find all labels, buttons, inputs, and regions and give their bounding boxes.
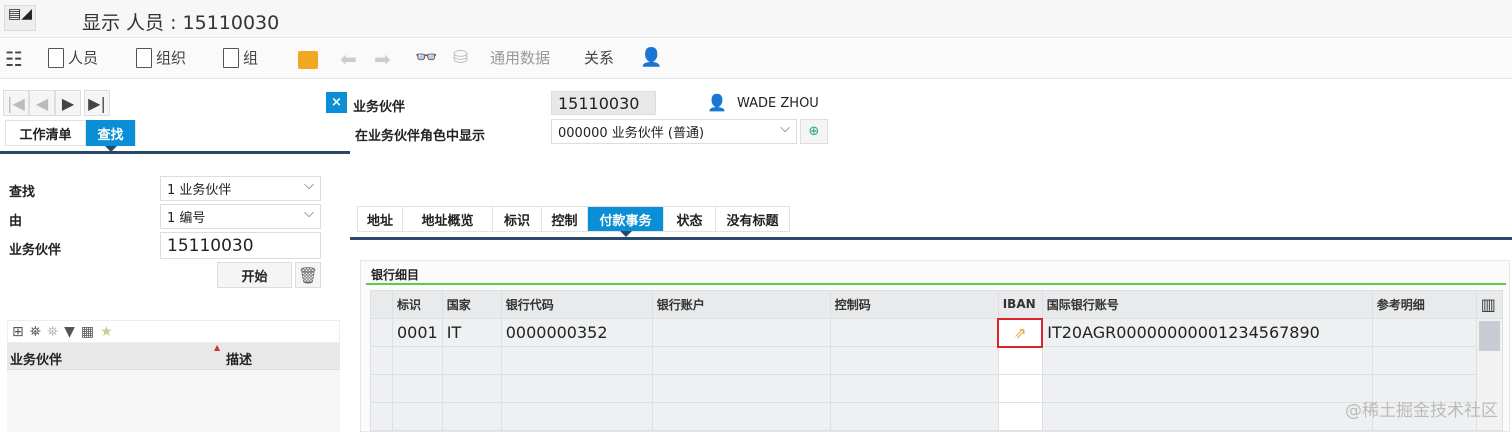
toolbar: ☷ 人员 组织 组 ⬅ ➡ 👓 ⛁ 通用数据 关系 👤 bbox=[0, 39, 1512, 79]
general-data-button[interactable]: 通用数据 bbox=[490, 47, 550, 68]
document-icon bbox=[136, 47, 152, 68]
group-title: 银行细目 bbox=[371, 268, 420, 282]
tab-5[interactable]: 状态 bbox=[664, 206, 716, 232]
layout-icon[interactable]: ▦ bbox=[81, 324, 94, 340]
cell-ref[interactable] bbox=[1371, 318, 1477, 347]
role-search-icon[interactable]: ⊕ bbox=[800, 119, 828, 144]
tab-0[interactable]: 地址 bbox=[357, 206, 403, 232]
label: 组织 bbox=[156, 49, 187, 67]
new-group-button[interactable]: 组 bbox=[223, 47, 258, 68]
tab-6[interactable]: 没有标题 bbox=[716, 206, 790, 232]
col-country[interactable]: 国家 bbox=[441, 290, 502, 319]
close-icon[interactable]: × bbox=[326, 92, 347, 113]
user-name: WADE ZHOU bbox=[737, 96, 819, 111]
by-label: 由 bbox=[9, 214, 23, 229]
favorite-icon[interactable]: ★ bbox=[100, 324, 113, 340]
col-desc[interactable]: 描述 bbox=[226, 349, 252, 368]
trash-icon[interactable]: 🗑 bbox=[295, 262, 321, 288]
last-icon[interactable]: ▶| bbox=[84, 90, 110, 116]
bank-table: 标识 国家 银行代码 银行账户 控制码 IBAN 国际银行账号 参考明细 ▥ 0… bbox=[370, 290, 1503, 431]
tab-1[interactable]: 地址概览 bbox=[403, 206, 493, 232]
watermark: @稀土掘金技术社区 bbox=[1345, 401, 1498, 421]
menu-icon[interactable]: ▤◢ bbox=[4, 5, 36, 31]
row-selector-header bbox=[370, 290, 393, 319]
row-selector[interactable] bbox=[370, 318, 393, 347]
col-bank-code[interactable]: 银行代码 bbox=[500, 290, 653, 319]
value: 000000 业务伙伴 (普通) bbox=[558, 126, 705, 141]
list-body bbox=[7, 370, 340, 432]
iban-button[interactable]: ⇗ bbox=[997, 317, 1044, 348]
value: 1 业务伙伴 bbox=[167, 183, 232, 198]
window-title: 显示 人员 : 15110030 bbox=[82, 12, 280, 34]
new-org-button[interactable]: 组织 bbox=[136, 47, 186, 68]
group-line bbox=[366, 283, 1506, 285]
layout-icon[interactable]: ☷ bbox=[5, 47, 23, 71]
col-iban[interactable]: 国际银行账号 bbox=[1041, 290, 1373, 319]
column-settings-icon[interactable]: ▥ bbox=[1475, 290, 1503, 319]
person-icon: 👤 bbox=[707, 93, 727, 112]
table-row: 0001 IT 0000000352 ⇗ IT20AGR000000000012… bbox=[370, 317, 1503, 431]
bp-number-field: 15110030 bbox=[551, 91, 656, 115]
first-icon[interactable]: |◀ bbox=[3, 90, 29, 116]
search-label: 查找 bbox=[9, 185, 36, 200]
relations-button[interactable]: 关系 bbox=[584, 47, 614, 68]
col-ref[interactable]: 参考明细 bbox=[1371, 290, 1477, 319]
table-row bbox=[370, 374, 1503, 403]
previous-icon[interactable]: ◀ bbox=[29, 90, 55, 116]
tab-worklist[interactable]: 工作清单 bbox=[5, 120, 86, 146]
document-icon bbox=[223, 47, 239, 68]
table-header: 标识 国家 银行代码 银行账户 控制码 IBAN 国际银行账号 参考明细 ▥ bbox=[370, 290, 1503, 319]
tab-3[interactable]: 控制 bbox=[542, 206, 588, 232]
col-iban-btn[interactable]: IBAN bbox=[997, 290, 1043, 319]
cell-id[interactable]: 0001 bbox=[392, 318, 443, 347]
document-icon bbox=[48, 47, 64, 68]
filter-icon[interactable]: ▼ bbox=[64, 324, 75, 340]
cell-iban[interactable]: IT20AGR00000000001234567890 bbox=[1041, 318, 1373, 347]
sort-icon: ▲ bbox=[214, 343, 221, 352]
hierarchy-icon[interactable]: ⛁ bbox=[453, 47, 468, 68]
tab-search[interactable]: 查找 bbox=[86, 120, 136, 146]
list-toolbar: ⊞ ⛯ ⛯ ▼ ▦ ★ bbox=[7, 320, 340, 343]
table-row bbox=[370, 346, 1503, 375]
col-account[interactable]: 银行账户 bbox=[651, 290, 831, 319]
back-arrow-icon[interactable]: ⬅ bbox=[340, 47, 357, 71]
cell-control[interactable] bbox=[829, 318, 999, 347]
cell-account[interactable] bbox=[651, 318, 831, 347]
start-button[interactable]: 开始 bbox=[217, 262, 292, 288]
search-type-dropdown[interactable]: 1 业务伙伴 bbox=[160, 176, 321, 201]
col-id[interactable]: 标识 bbox=[392, 290, 443, 319]
col-bp[interactable]: 业务伙伴 bbox=[10, 349, 62, 368]
open-folder-icon[interactable] bbox=[298, 51, 318, 69]
table-row bbox=[370, 402, 1503, 431]
binoculars-icon[interactable]: ⛯ bbox=[30, 324, 41, 340]
col-control[interactable]: 控制码 bbox=[829, 290, 999, 319]
value: 1 编号 bbox=[167, 211, 206, 226]
person-card-icon[interactable]: 👤 bbox=[640, 47, 662, 68]
next-icon[interactable]: ▶ bbox=[55, 90, 81, 116]
scrollbar[interactable] bbox=[1478, 321, 1500, 351]
search-by-dropdown[interactable]: 1 编号 bbox=[160, 204, 321, 229]
cell-bank-code[interactable]: 0000000352 bbox=[500, 318, 653, 347]
forward-arrow-icon[interactable]: ➡ bbox=[374, 47, 391, 71]
bp-label: 业务伙伴 bbox=[9, 243, 62, 258]
find-next-icon[interactable]: ⛯ bbox=[47, 324, 58, 340]
list-header: 业务伙伴 ▲ 描述 bbox=[7, 343, 340, 370]
role-dropdown[interactable]: 000000 业务伙伴 (普通) bbox=[551, 119, 797, 144]
glasses-icon[interactable]: 👓 bbox=[415, 47, 437, 68]
bp-header-label: 业务伙伴 bbox=[353, 100, 406, 115]
iban-edit-icon: ⇗ bbox=[1013, 323, 1027, 342]
title-bar: ▤◢ 显示 人员 : 15110030 bbox=[0, 0, 1512, 38]
new-person-button[interactable]: 人员 bbox=[48, 47, 98, 68]
role-label: 在业务伙伴角色中显示 bbox=[355, 129, 486, 144]
bp-input[interactable]: 15110030 bbox=[160, 232, 321, 259]
cell-country[interactable]: IT bbox=[441, 318, 502, 347]
divider bbox=[0, 151, 350, 154]
tab-4[interactable]: 付款事务 bbox=[588, 206, 664, 232]
label: 人员 bbox=[68, 49, 99, 67]
label: 组 bbox=[243, 49, 259, 67]
select-icon[interactable]: ⊞ bbox=[12, 324, 24, 340]
tab-2[interactable]: 标识 bbox=[493, 206, 542, 232]
divider bbox=[350, 237, 1512, 240]
